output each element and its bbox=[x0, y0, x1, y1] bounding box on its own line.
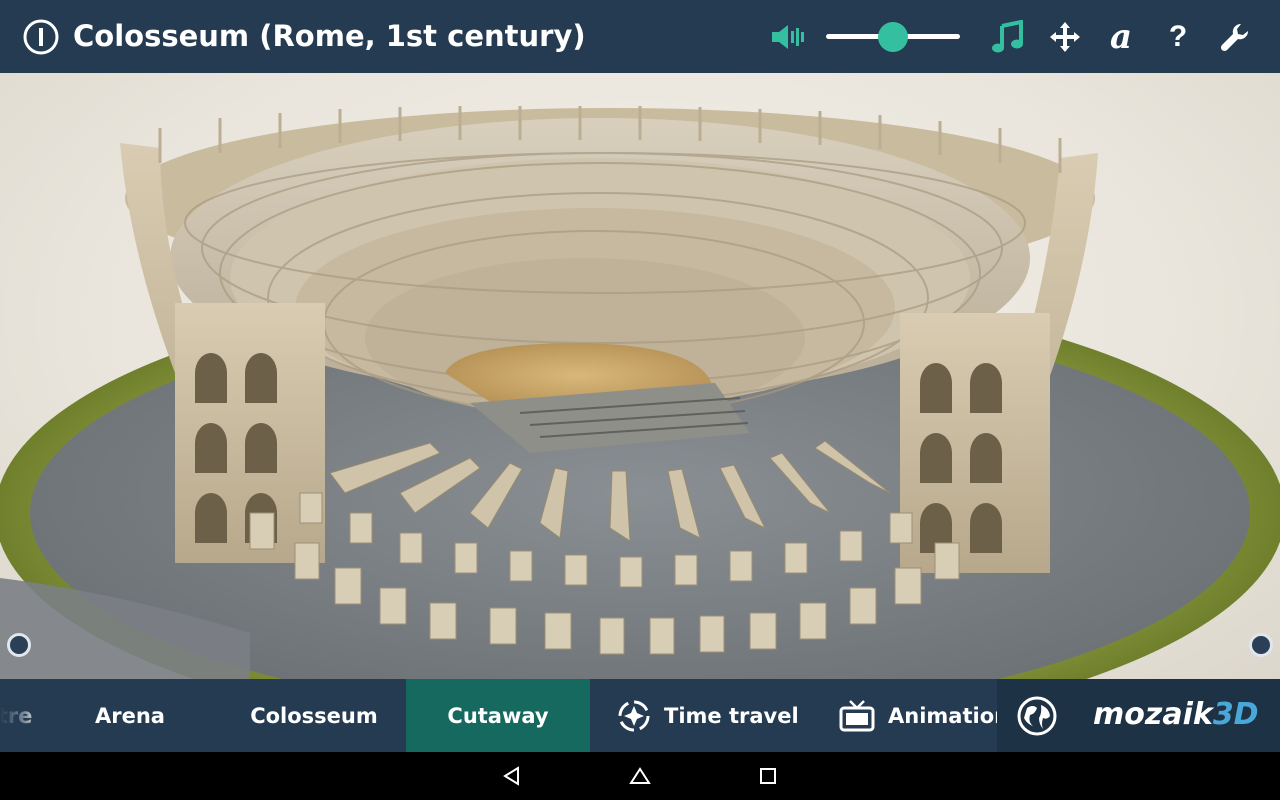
globe-icon[interactable] bbox=[1017, 696, 1057, 736]
tab-arena[interactable]: Arena bbox=[50, 679, 210, 752]
right-rotate-handle[interactable] bbox=[1249, 633, 1273, 657]
tab-label: Arena bbox=[95, 703, 165, 728]
tab-theatre[interactable]: tre bbox=[0, 679, 50, 752]
tab-label: Colosseum bbox=[250, 703, 378, 728]
colosseum-3d-model[interactable] bbox=[0, 73, 1280, 679]
left-rotate-handle[interactable] bbox=[7, 633, 31, 657]
home-circle-icon[interactable] bbox=[628, 764, 652, 788]
move-arrows-icon[interactable] bbox=[1046, 18, 1084, 56]
wrench-icon[interactable] bbox=[1216, 18, 1254, 56]
font-label-icon[interactable]: a bbox=[1102, 18, 1140, 56]
tab-label: Time travel bbox=[664, 703, 799, 728]
music-note-icon[interactable] bbox=[989, 18, 1027, 56]
recents-square-icon[interactable] bbox=[756, 764, 780, 788]
tab-cutaway[interactable]: Cutaway bbox=[406, 679, 590, 752]
tab-animation[interactable]: Animation bbox=[822, 679, 997, 752]
tab-colosseum[interactable]: Colosseum bbox=[222, 679, 406, 752]
bottom-nav: tre Arena Colosseum Cutaway Time travel bbox=[0, 679, 1280, 752]
tab-label: Cutaway bbox=[447, 703, 549, 728]
tab-time-travel[interactable]: Time travel bbox=[600, 679, 810, 752]
time-travel-icon bbox=[616, 698, 652, 734]
help-icon[interactable]: ? bbox=[1159, 18, 1197, 56]
speaker-icon[interactable] bbox=[769, 18, 807, 56]
tab-label: Animation bbox=[888, 703, 997, 728]
model-viewport[interactable] bbox=[0, 73, 1280, 679]
volume-slider-thumb[interactable] bbox=[878, 22, 908, 52]
mozaik3d-logo: mozaik3D bbox=[1093, 697, 1259, 732]
back-triangle-icon[interactable] bbox=[500, 764, 524, 788]
system-nav-bar bbox=[0, 752, 1280, 800]
brand-area: mozaik3D bbox=[997, 679, 1280, 752]
tab-label: tre bbox=[0, 703, 33, 728]
top-bar: Colosseum (Rome, 1st century) a ? bbox=[0, 0, 1280, 73]
page-title: Colosseum (Rome, 1st century) bbox=[73, 19, 586, 53]
tv-icon bbox=[838, 698, 876, 734]
info-icon[interactable] bbox=[22, 18, 60, 56]
